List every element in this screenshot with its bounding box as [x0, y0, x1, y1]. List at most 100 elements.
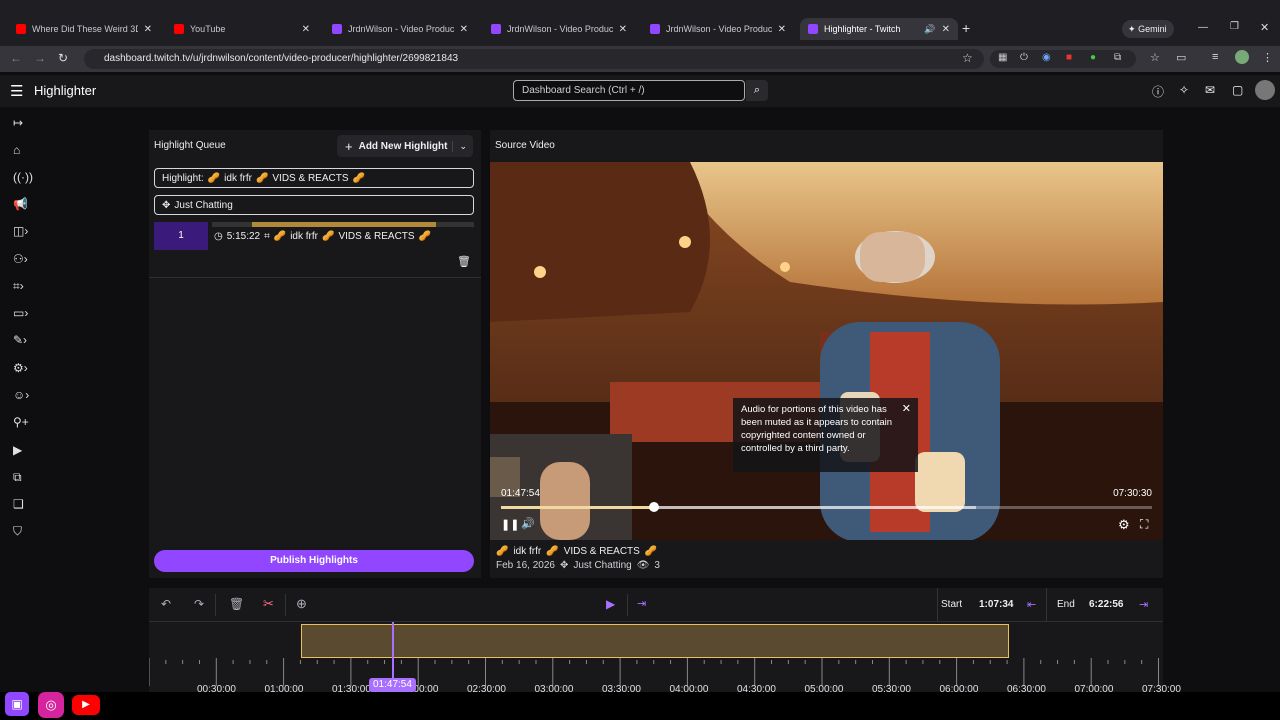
add-friend-icon[interactable]: ⚲+: [13, 415, 35, 431]
video-category[interactable]: Just Chatting: [573, 560, 631, 571]
seek-bar[interactable]: [501, 502, 1152, 512]
dashboard-search-input[interactable]: Dashboard Search (Ctrl + /): [513, 80, 745, 101]
add-circle-icon[interactable]: ⊕: [296, 596, 307, 612]
minimize-button[interactable]: —: [1198, 22, 1208, 33]
redo-icon[interactable]: ↷: [194, 597, 204, 611]
viewer-rewards-icon[interactable]: ☺›: [13, 388, 35, 404]
profile-avatar[interactable]: [1235, 50, 1249, 64]
stream-icon[interactable]: ((·)): [13, 170, 35, 186]
play-icon[interactable]: ▶: [606, 597, 615, 611]
gemini-button[interactable]: ✦ Gemini: [1122, 20, 1174, 38]
hamburger-menu-icon[interactable]: ☰: [10, 82, 23, 100]
video-date: Feb 16, 2026: [496, 560, 555, 571]
analytics-icon[interactable]: ◫›: [13, 224, 35, 240]
add-new-highlight-button[interactable]: Add New Highlight: [359, 141, 453, 152]
controller-icon: ✥: [162, 199, 171, 211]
set-start-icon[interactable]: ⇤: [1027, 598, 1036, 611]
address-bar[interactable]: dashboard.twitch.tv/u/jrdnwilson/content…: [84, 49, 984, 69]
delete-icon[interactable]: 🗑: [229, 597, 244, 611]
promote-icon[interactable]: 📢: [13, 197, 35, 213]
user-avatar[interactable]: [1255, 80, 1275, 100]
close-icon[interactable]: ✕: [144, 24, 152, 35]
seek-handle[interactable]: [648, 502, 659, 512]
content-icon[interactable]: ⌗›: [13, 279, 35, 295]
controller-icon: ✥: [559, 560, 569, 571]
chevron-down-icon[interactable]: ⌄: [452, 140, 473, 152]
mail-icon[interactable]: ✉: [1205, 83, 1215, 97]
video-info-meta: Feb 16, 2026 ✥ Just Chatting 👁 3: [496, 560, 660, 571]
power-icon[interactable]: ⏻: [1020, 52, 1028, 63]
close-icon[interactable]: ✕: [619, 24, 627, 35]
trash-icon[interactable]: 🗑: [457, 255, 471, 268]
sparkle-icon[interactable]: ✧: [1179, 83, 1189, 97]
highlight-title-field[interactable]: Highlight: 🥜 idk frfr 🥜 VIDS & REACTS 🥜: [154, 168, 474, 188]
bookmark-star-icon[interactable]: ☆: [962, 51, 973, 65]
extension-icon[interactable]: ▦: [998, 52, 1007, 63]
audio-extension-icon[interactable]: ◉: [1042, 52, 1051, 63]
video-player[interactable]: Audio for portions of this video has bee…: [490, 162, 1163, 540]
book-icon[interactable]: ❑: [13, 497, 35, 513]
fullscreen-icon[interactable]: ⛶: [1140, 517, 1148, 532]
tab-title: Where Did These Weird 3D: [32, 24, 138, 34]
toolbar-divider: [937, 588, 938, 622]
bookmarks-icon[interactable]: ☆: [1150, 51, 1160, 64]
speaker-icon[interactable]: 🔊: [924, 24, 935, 35]
shield-extension-icon[interactable]: ●: [1090, 52, 1096, 63]
search-button[interactable]: ⌕: [746, 80, 768, 101]
browser-tab-6[interactable]: Highlighter - Twitch 🔊 ✕: [800, 18, 958, 40]
browser-tab-3[interactable]: JrdnWilson - Video Produce ✕: [324, 18, 476, 40]
close-icon[interactable]: ✕: [778, 24, 786, 35]
twitch-icon: [332, 24, 342, 34]
twitch-logo-icon: ▣: [5, 692, 29, 716]
reload-icon[interactable]: ↻: [58, 51, 68, 65]
browser-tab-1[interactable]: Where Did These Weird 3D ✕: [8, 18, 160, 40]
playhead-line[interactable]: [392, 622, 394, 684]
set-end-icon[interactable]: ⇥: [1139, 598, 1148, 611]
scissors-icon[interactable]: ✂: [263, 596, 274, 612]
browser-menu-icon[interactable]: ⋮: [1262, 51, 1273, 64]
new-tab-button[interactable]: +: [962, 20, 970, 36]
collapse-sidebar-icon[interactable]: ↦: [13, 116, 35, 132]
close-icon[interactable]: ✕: [942, 24, 950, 35]
media-icon[interactable]: ≡: [1212, 51, 1218, 63]
extensions-icon[interactable]: ⧉: [13, 470, 35, 486]
monetization-icon[interactable]: ▭›: [13, 306, 35, 322]
playhead-time: 01:47:54: [369, 678, 416, 692]
browser-tab-5[interactable]: JrdnWilson - Video Producer - ✕: [642, 18, 794, 40]
forward-icon[interactable]: →: [34, 51, 46, 65]
browser-tab-2[interactable]: YouTube ✕: [166, 18, 318, 40]
home-icon[interactable]: ⌂: [13, 143, 35, 159]
settings-icon[interactable]: ⚙: [1118, 517, 1130, 533]
publish-highlights-button[interactable]: Publish Highlights: [154, 550, 474, 572]
total-time: 07:30:30: [1113, 488, 1152, 499]
video-icon[interactable]: ▶: [13, 443, 35, 459]
community-icon[interactable]: ⚇›: [13, 252, 35, 268]
emote-icon: 🥜: [644, 546, 658, 557]
maximize-button[interactable]: ❐: [1230, 21, 1239, 32]
notifications-icon[interactable]: ▢: [1232, 83, 1243, 97]
record-extension-icon[interactable]: ■: [1066, 52, 1072, 63]
start-value[interactable]: 1:07:34: [979, 599, 1013, 610]
puzzle-icon[interactable]: ⧉: [1114, 52, 1121, 63]
shield-icon[interactable]: ⛉: [13, 524, 35, 540]
highlight-clip[interactable]: [301, 624, 1009, 658]
browser-tab-4[interactable]: JrdnWilson - Video Produce ✕: [483, 18, 635, 40]
help-icon[interactable]: ⓘ: [1152, 83, 1164, 100]
close-icon[interactable]: ✕: [902, 403, 911, 416]
undo-icon[interactable]: ↶: [161, 597, 171, 611]
window-close-button[interactable]: ✕: [1260, 21, 1269, 34]
category-field[interactable]: ✥ Just Chatting: [154, 195, 474, 215]
reading-list-icon[interactable]: ▭: [1176, 51, 1186, 64]
close-icon[interactable]: ✕: [302, 24, 310, 35]
settings-icon[interactable]: ⚙›: [13, 361, 35, 377]
queue-item[interactable]: 1 ◷ 5:15:22 ⌗ 🥜 idk frfr 🥜 VIDS & REACTS…: [154, 222, 474, 250]
pause-icon[interactable]: ❚❚: [501, 518, 519, 531]
close-icon[interactable]: ✕: [460, 24, 468, 35]
creator-tools-icon[interactable]: ✎›: [13, 333, 35, 349]
skip-to-end-icon[interactable]: ⇥: [637, 597, 646, 610]
volume-icon[interactable]: 🔊: [521, 517, 535, 530]
tab-title: YouTube: [190, 24, 226, 34]
end-value[interactable]: 6:22:56: [1089, 599, 1123, 610]
current-time: 01:47:54: [501, 488, 540, 499]
back-icon[interactable]: ←: [10, 51, 22, 65]
